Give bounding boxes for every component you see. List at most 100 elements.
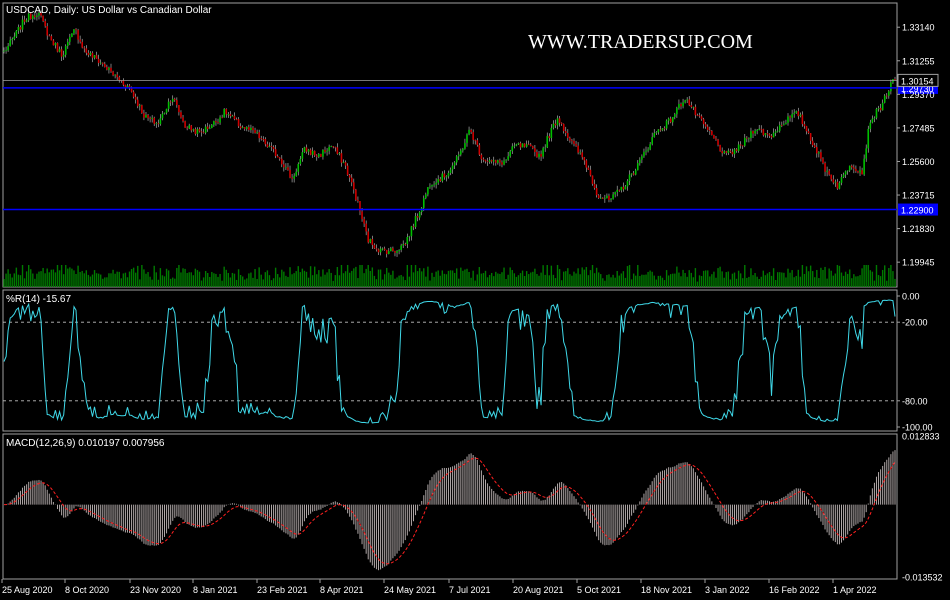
candle-body (229, 114, 232, 117)
candle-body (620, 186, 623, 191)
candle-body (861, 170, 863, 175)
candle-body (709, 130, 711, 131)
candle-body (21, 19, 24, 30)
time-tick-label: 18 Nov 2021 (641, 585, 692, 595)
candle-body (422, 198, 425, 208)
candle-body (544, 147, 546, 149)
candle-body (375, 248, 378, 250)
candle-body (208, 128, 211, 129)
candle-body (758, 128, 760, 130)
candle-body (844, 171, 847, 175)
candle-body (283, 164, 285, 168)
candle-body (756, 129, 758, 131)
candle-body (60, 49, 63, 57)
candle-body (562, 123, 565, 132)
forex-chart[interactable]: 1.297301.22900 USDCAD, Daily: US Dollar … (0, 0, 950, 600)
candle-body (56, 43, 59, 52)
candle-body (99, 62, 102, 64)
candle-body (636, 163, 639, 171)
candle-body (762, 129, 765, 136)
candle-body (338, 153, 341, 154)
candle-body (645, 150, 647, 152)
wpr-title: %R(14) -15.67 (6, 294, 71, 305)
candle-body (807, 131, 810, 134)
candle-body (748, 137, 750, 139)
candle-body (268, 146, 271, 148)
candle-body (367, 231, 370, 243)
candle-body (318, 154, 320, 157)
time-tick-label: 7 Jul 2021 (449, 585, 491, 595)
candle-body (320, 154, 322, 157)
candle-body (781, 124, 783, 126)
candle-body (599, 197, 602, 199)
candle-body (813, 145, 816, 148)
candle-body (729, 150, 732, 152)
candle-body (200, 131, 203, 133)
candle-body (824, 162, 826, 172)
candle-body (110, 67, 112, 72)
candle-body (361, 211, 363, 220)
price-tick-label: 1.29370 (902, 90, 935, 100)
candle-body (342, 162, 345, 164)
candle-body (875, 108, 878, 118)
candle-body (657, 129, 660, 133)
candle-body (746, 137, 748, 139)
candle-body (665, 120, 668, 129)
macd-tick-label: -0.013532 (902, 573, 943, 583)
candle-body (410, 226, 413, 237)
candle-body (564, 131, 567, 134)
candle-body (89, 52, 92, 55)
horizontal-level-label: 1.22900 (901, 206, 934, 216)
candle-body (630, 173, 633, 175)
candle-body (661, 128, 664, 131)
candle-body (706, 126, 709, 131)
candle-body (206, 126, 209, 129)
candle-body (303, 147, 306, 153)
candle-body (9, 40, 11, 47)
candle-body (577, 145, 579, 153)
candle-body (634, 170, 637, 175)
candle-body (385, 249, 388, 254)
candle-body (25, 20, 28, 22)
candle-body (457, 154, 460, 157)
candle-body (671, 117, 674, 123)
price-tick-label: 1.21830 (902, 224, 935, 234)
candle-body (167, 101, 170, 109)
candle-body (674, 114, 676, 118)
candle-body (48, 35, 51, 37)
candle-body (760, 128, 763, 130)
candle-body (344, 162, 347, 166)
candle-body (213, 121, 215, 125)
candle-body (529, 144, 532, 147)
candle-body (704, 124, 707, 127)
candle-body (5, 50, 7, 52)
time-tick-label: 23 Feb 2021 (257, 585, 308, 595)
time-tick-label: 8 Oct 2020 (65, 585, 109, 595)
candle-body (678, 104, 680, 108)
candle-body (241, 127, 244, 129)
candle-body (863, 158, 865, 175)
candle-body (532, 146, 534, 149)
candle-body (764, 133, 767, 136)
candle-body (490, 160, 493, 162)
candle-body (774, 131, 777, 133)
candle-body (225, 108, 228, 115)
candle-body (17, 27, 20, 31)
candle-body (326, 150, 328, 152)
candle-body (447, 173, 450, 177)
candle-body (416, 216, 419, 218)
candle-body (141, 105, 143, 114)
candle-body (237, 119, 240, 127)
candle-body (713, 135, 715, 139)
candle-body (118, 77, 121, 81)
candle-body (721, 151, 723, 154)
candle-body (534, 148, 536, 152)
candle-body (163, 112, 166, 114)
candle-body (486, 161, 489, 163)
time-tick-label: 5 Oct 2021 (577, 585, 621, 595)
candle-body (42, 15, 44, 22)
candle-body (653, 133, 656, 138)
candle-body (408, 236, 411, 238)
candle-body (558, 118, 561, 123)
candle-body (597, 195, 600, 198)
